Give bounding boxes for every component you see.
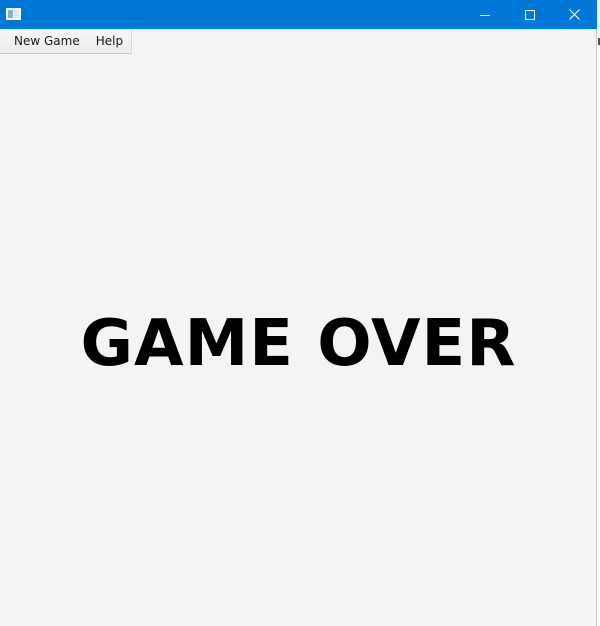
minimize-icon — [479, 14, 490, 16]
menu-help[interactable]: Help — [89, 29, 130, 54]
minimize-button[interactable] — [462, 0, 507, 29]
close-button[interactable] — [552, 0, 597, 29]
menu-new-game[interactable]: New Game — [0, 29, 89, 54]
maximize-button[interactable] — [507, 0, 552, 29]
game-over-message: GAME OVER — [80, 307, 517, 381]
app-window: New Game Help GAME OVER — [0, 0, 597, 626]
app-icon — [6, 7, 21, 20]
menu-bar: New Game Help — [0, 29, 132, 54]
close-icon — [569, 9, 580, 20]
title-bar[interactable] — [0, 0, 597, 29]
maximize-icon — [524, 9, 535, 20]
